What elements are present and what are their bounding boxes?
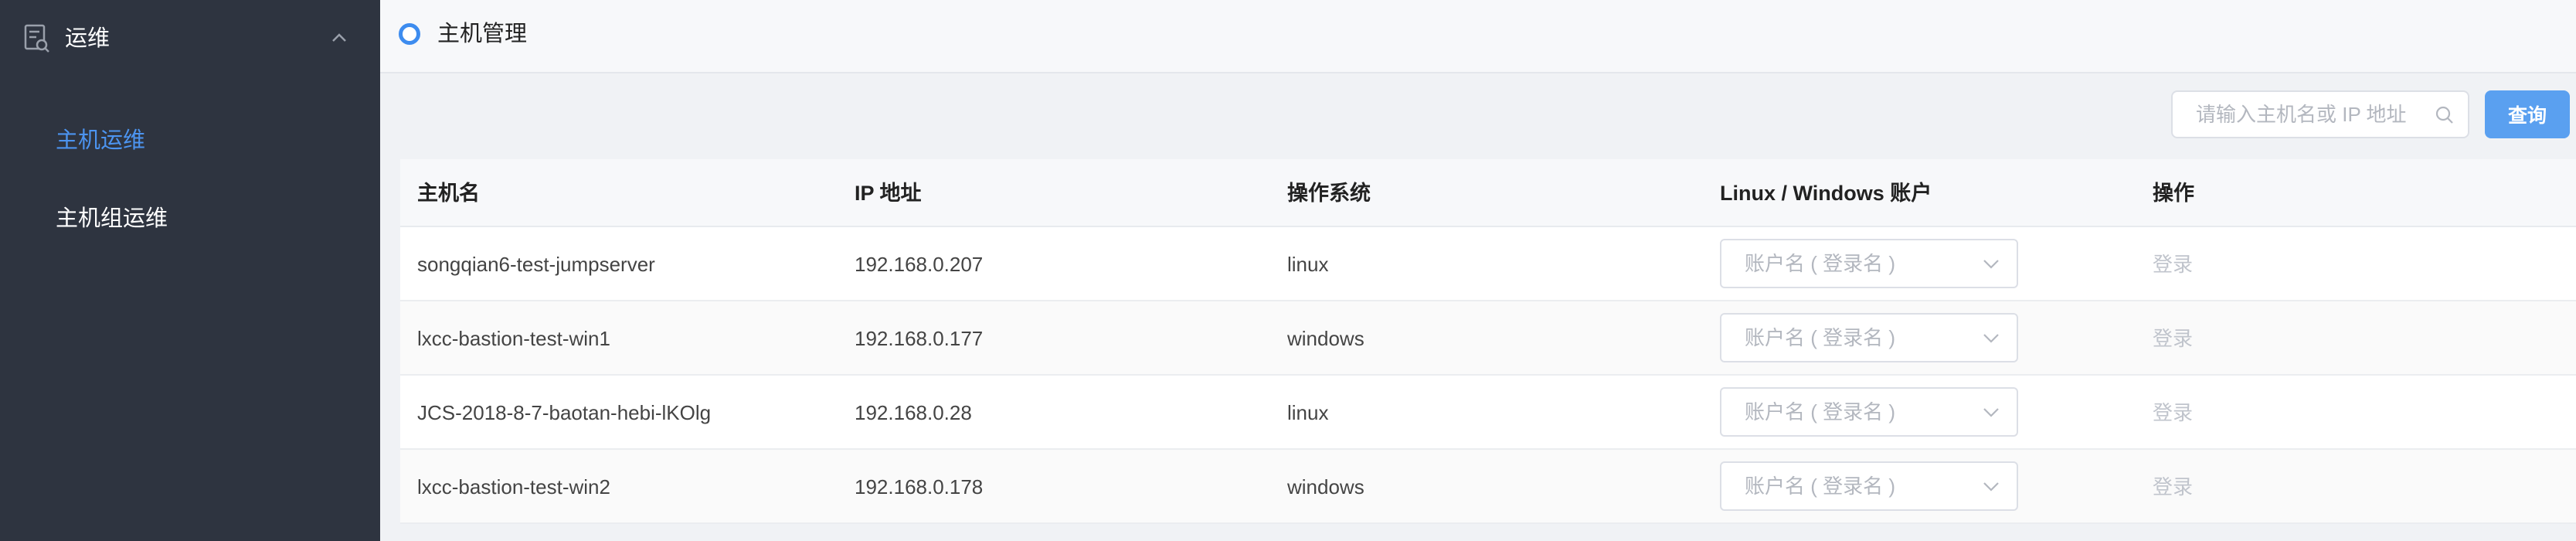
sidebar-group-label: 运维 [65, 26, 110, 51]
login-button[interactable]: 登录 [2153, 323, 2193, 354]
cell-os: linux [1287, 401, 1329, 424]
column-header-ip: IP 地址 [855, 182, 922, 205]
sidebar-group-ops[interactable]: 运维 [0, 0, 380, 77]
table-row: songqian6-test-jumpserver 192.168.0.207 … [400, 227, 2576, 301]
login-button[interactable]: 登录 [2153, 249, 2193, 280]
column-header-actions: 操作 [2153, 182, 2194, 205]
search-input[interactable] [2196, 92, 2428, 137]
account-select[interactable]: 账户名 ( 登录名 ) [1720, 387, 2018, 437]
circle-icon [399, 23, 420, 45]
chevron-up-icon[interactable] [329, 28, 349, 48]
host-table: 主机名 IP 地址 操作系统 Linux / Windows 账户 操作 son… [400, 159, 2576, 524]
cell-hostname: lxcc-bastion-test-win1 [417, 327, 610, 350]
column-header-account: Linux / Windows 账户 [1720, 182, 1932, 205]
cell-hostname: songqian6-test-jumpserver [417, 253, 655, 276]
cell-ip: 192.168.0.28 [855, 401, 972, 424]
table-header: 主机名 IP 地址 操作系统 Linux / Windows 账户 操作 [400, 159, 2576, 227]
sidebar: 运维 主机运维 主机组运维 [0, 0, 380, 541]
chevron-down-icon [1983, 482, 1999, 492]
account-select-placeholder: 账户名 ( 登录名 ) [1745, 475, 1895, 498]
column-header-hostname: 主机名 [417, 182, 480, 205]
account-select-placeholder: 账户名 ( 登录名 ) [1745, 400, 1895, 424]
page-title: 主机管理 [437, 22, 528, 46]
cell-hostname: JCS-2018-8-7-baotan-hebi-lKOlg [417, 401, 712, 424]
account-select[interactable]: 账户名 ( 登录名 ) [1720, 461, 2018, 511]
account-select[interactable]: 账户名 ( 登录名 ) [1720, 239, 2018, 288]
column-header-os: 操作系统 [1287, 182, 1371, 205]
login-button[interactable]: 登录 [2153, 397, 2193, 428]
chevron-down-icon [1983, 334, 1999, 343]
cell-os: windows [1287, 475, 1364, 498]
account-select-placeholder: 账户名 ( 登录名 ) [1745, 326, 1895, 349]
table-row: lxcc-bastion-test-win2 192.168.0.178 win… [400, 450, 2576, 524]
account-select[interactable]: 账户名 ( 登录名 ) [1720, 313, 2018, 362]
page-header: 主机管理 [380, 0, 2576, 73]
table-row: lxcc-bastion-test-win1 192.168.0.177 win… [400, 301, 2576, 376]
sidebar-item-host-ops[interactable]: 主机运维 [56, 125, 145, 156]
cell-os: linux [1287, 253, 1329, 276]
cell-os: windows [1287, 327, 1364, 350]
cell-ip: 192.168.0.177 [855, 327, 984, 350]
chevron-down-icon [1983, 408, 1999, 417]
search-icon[interactable] [2434, 104, 2455, 126]
cell-ip: 192.168.0.207 [855, 253, 984, 276]
table-row: JCS-2018-8-7-baotan-hebi-lKOlg 192.168.0… [400, 376, 2576, 450]
search-box [2171, 90, 2469, 138]
sidebar-item-hostgroup-ops[interactable]: 主机组运维 [56, 203, 168, 234]
ops-document-icon [24, 24, 49, 53]
query-button[interactable]: 查询 [2485, 90, 2570, 138]
cell-hostname: lxcc-bastion-test-win2 [417, 475, 610, 498]
cell-ip: 192.168.0.178 [855, 475, 984, 498]
chevron-down-icon [1983, 260, 1999, 269]
login-button[interactable]: 登录 [2153, 471, 2193, 502]
account-select-placeholder: 账户名 ( 登录名 ) [1745, 252, 1895, 275]
